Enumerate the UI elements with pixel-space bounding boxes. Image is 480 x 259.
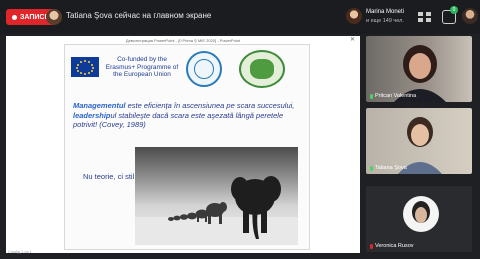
participant-label: Veronica Rusov (370, 243, 414, 249)
self-avatar[interactable] (462, 8, 478, 24)
presenter-status-text: Tatiana Şova сейчас на главном экране (66, 11, 212, 20)
mic-icon (370, 93, 373, 99)
elephant-herd-image (135, 176, 298, 245)
erasmus-funding-text: Co-funded by the Erasmus+ Programme of t… (105, 56, 179, 78)
participants-icon[interactable] (416, 10, 434, 24)
participant-name: Pritcan Valentina (375, 93, 417, 99)
mediem-logo (186, 51, 222, 87)
participant-name: Tatiana Şova (375, 165, 407, 171)
presenter-avatar (46, 9, 62, 25)
close-icon[interactable]: ✕ (350, 36, 355, 43)
participant-tile[interactable]: Pritcan Valentina (366, 36, 472, 102)
slide-counter: Слайд 1 из 1 (8, 249, 32, 254)
record-dot-icon (12, 14, 17, 20)
university-logo (239, 50, 285, 88)
host-avatar[interactable] (346, 8, 362, 24)
eu-flag-icon (71, 57, 99, 77)
quote-keyword-leadership: leadership (73, 110, 111, 120)
participant-label: Pritcan Valentina (370, 93, 416, 99)
meeting-topbar: ЗАПИСЬ Tatiana Şova сейчас на главном эк… (0, 0, 480, 34)
powerpoint-window-title: Демонстрация PowerPoint - [0 Prima Ş MIE… (125, 38, 241, 43)
mic-icon (370, 165, 373, 171)
quote-keyword-management: Managementul (73, 101, 126, 110)
participants-grid-icon (418, 12, 431, 22)
elephants-photo (135, 147, 298, 245)
participant-label: Tatiana Şova (370, 165, 407, 171)
participants-count[interactable]: и еще 149 чел. (366, 18, 404, 24)
participant-tile[interactable]: Tatiana Şova (366, 108, 472, 174)
shared-screen: Демонстрация PowerPoint - [0 Prima Ş MIE… (6, 36, 360, 253)
quote-management-rest: este eficienţa în ascensiunea pe scara s… (125, 101, 295, 110)
participant-name: Veronica Rusov (375, 243, 414, 249)
mic-muted-icon (370, 243, 373, 249)
participant-tile[interactable]: Veronica Rusov (366, 186, 472, 252)
slide-subtitle: Nu teorie, ci stil... (83, 172, 141, 181)
covey-quote: Managementul este eficienţa în ascensiun… (73, 101, 307, 130)
chat-badge: 0 (450, 6, 458, 14)
slide: Co-funded by the Erasmus+ Programme of t… (64, 44, 310, 250)
host-name[interactable]: Marina Moneti (366, 9, 404, 15)
